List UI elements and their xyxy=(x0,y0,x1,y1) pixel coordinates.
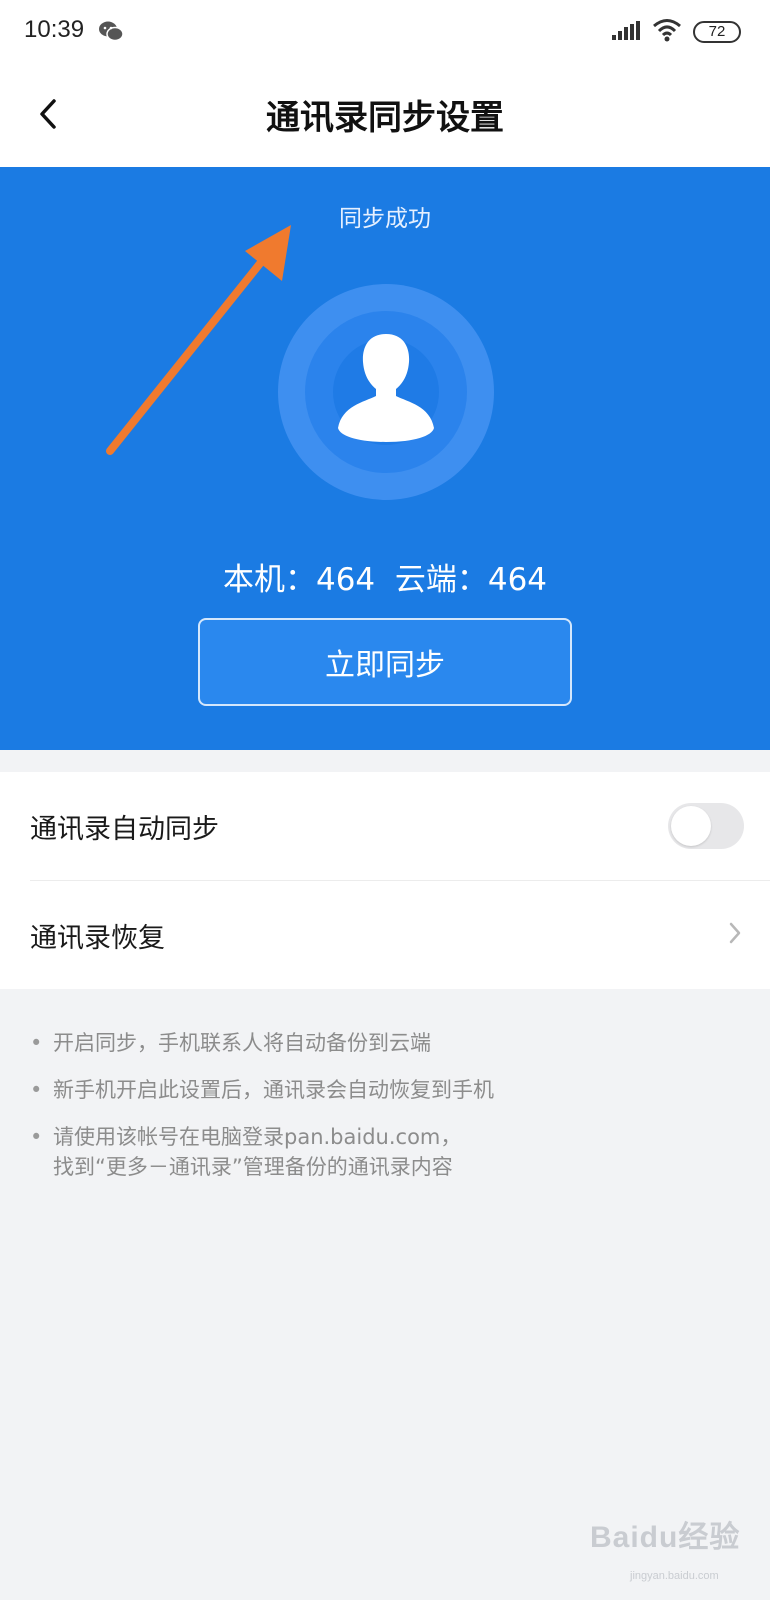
wifi-icon xyxy=(652,18,682,46)
restore-label: 通讯录恢复 xyxy=(30,922,165,954)
sync-now-button[interactable]: 立即同步 xyxy=(198,618,572,706)
bullet: • xyxy=(30,1125,43,1149)
tip-text: 请使用该帐号在电脑登录pan.baidu.com， 找到“更多－通讯录”管理备份… xyxy=(53,1125,462,1179)
bullet: • xyxy=(30,1031,43,1055)
header: 通讯录同步设置 xyxy=(0,64,770,167)
sync-status-text: 同步成功 xyxy=(339,206,431,232)
chevron-right-icon xyxy=(729,922,741,944)
status-bar: 10:39 72 xyxy=(0,0,770,64)
restore-row[interactable]: 通讯录恢复 xyxy=(0,881,770,989)
bullet: • xyxy=(30,1078,43,1102)
tip-text: 新手机开启此设置后，通讯录会自动恢复到手机 xyxy=(53,1078,494,1102)
sync-panel: 同步成功 本机：464 云端：464 立即同步 xyxy=(0,167,770,750)
tip-text: 开启同步，手机联系人将自动备份到云端 xyxy=(53,1031,431,1055)
settings-list: 通讯录自动同步 通讯录恢复 xyxy=(0,772,770,989)
auto-sync-row[interactable]: 通讯录自动同步 xyxy=(0,772,770,881)
signal-icon xyxy=(612,20,644,46)
auto-sync-label: 通讯录自动同步 xyxy=(30,813,219,845)
status-time: 10:39 xyxy=(24,16,85,43)
wechat-icon xyxy=(98,20,124,46)
baidu-watermark-url: jingyan.baidu.com xyxy=(630,1570,719,1582)
toggle-knob xyxy=(671,806,711,846)
auto-sync-toggle[interactable] xyxy=(668,803,744,849)
page-title: 通讯录同步设置 xyxy=(266,98,504,138)
person-avatar-icon xyxy=(278,284,494,500)
baidu-watermark: Baidu经验 xyxy=(590,1521,741,1554)
battery-icon: 72 xyxy=(693,21,741,43)
contact-counts: 本机：464 云端：464 xyxy=(222,562,548,598)
